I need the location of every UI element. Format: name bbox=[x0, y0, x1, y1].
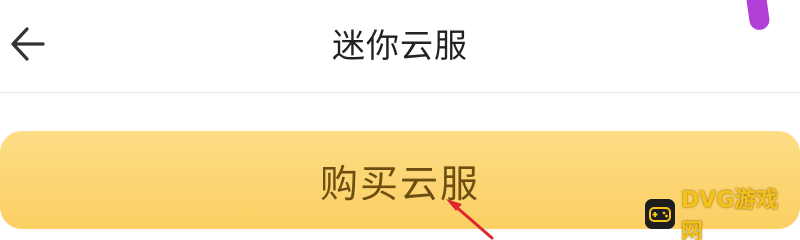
app-screen: 迷你云服 购买云服 DVG游戏网 bbox=[0, 0, 800, 240]
gamepad-icon bbox=[645, 199, 675, 229]
watermark-text: DVG游戏网 bbox=[680, 188, 779, 240]
page-title: 迷你云服 bbox=[332, 26, 468, 65]
buy-button-label: 购买云服 bbox=[319, 161, 480, 206]
watermark: DVG游戏网 bbox=[645, 188, 800, 240]
top-bar: 迷你云服 bbox=[0, 0, 800, 92]
header-divider bbox=[0, 92, 800, 93]
